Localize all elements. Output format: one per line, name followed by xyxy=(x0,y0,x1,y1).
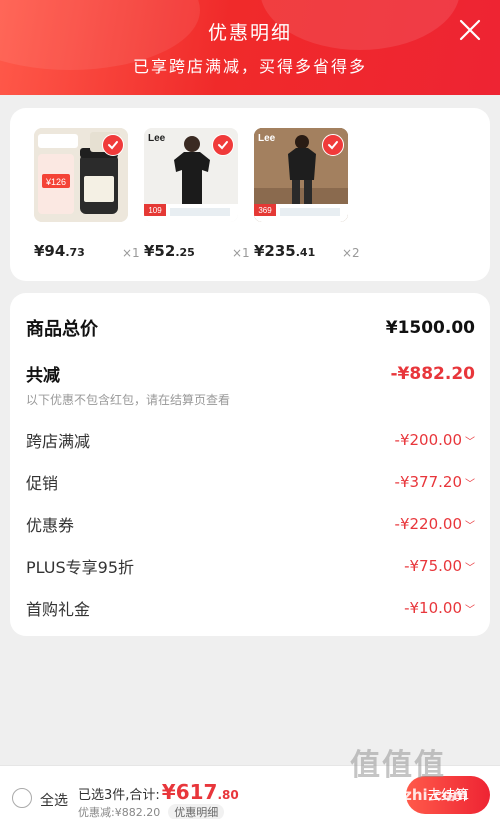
selected-check-icon[interactable] xyxy=(322,134,344,156)
chevron-down-icon: ﹀ xyxy=(465,436,475,448)
discount-note: 以下优惠不包含红包，请在结算页查看 xyxy=(26,393,231,407)
discount-row-first-purchase[interactable]: 首购礼金 -¥10.00 ﹀ xyxy=(26,596,475,620)
discount-value: -¥220.00 ﹀ xyxy=(394,515,475,533)
discount-summary-text: 优惠减:¥882.20 xyxy=(78,806,161,819)
page-subtitle: 已享跨店满减，买得多省得多 xyxy=(132,57,367,76)
price-integer: ¥52 xyxy=(144,242,176,260)
product-image[interactable]: Lee 109 xyxy=(144,128,238,222)
total-reduce-row: 共减 -¥882.20 xyxy=(26,361,476,387)
product-quantity: ×2 xyxy=(342,246,360,260)
summary-prefix: 已选3件,合计: xyxy=(78,788,160,803)
discount-summary: 优惠减:¥882.20 优惠明细 xyxy=(78,804,225,819)
discount-label: 跨店满减 xyxy=(26,432,91,451)
selected-check-icon[interactable] xyxy=(102,134,124,156)
total-reduce-value: -¥882.20 xyxy=(390,363,476,384)
summary-amount-decimal: .80 xyxy=(217,788,239,802)
product-quantity: ×1 xyxy=(232,246,250,260)
discount-row-coupon[interactable]: 优惠券 -¥220.00 ﹀ xyxy=(26,512,475,536)
product-item[interactable]: ¥126 ¥94.73 ×1 xyxy=(34,128,140,260)
discount-label: 优惠券 xyxy=(26,516,75,535)
discount-value: -¥200.00 ﹀ xyxy=(394,431,475,449)
chevron-down-icon: ﹀ xyxy=(465,520,475,532)
select-all-radio[interactable] xyxy=(12,788,32,808)
discount-row-cross-store[interactable]: 跨店满减 -¥200.00 ﹀ xyxy=(26,428,475,452)
price-integer: ¥235 xyxy=(254,242,296,260)
chevron-down-icon: ﹀ xyxy=(465,604,475,616)
price-decimal: .73 xyxy=(65,246,85,259)
total-price-value: ¥1500.00 xyxy=(385,318,475,338)
discount-label: 首购礼金 xyxy=(26,600,91,619)
summary-amount: ¥617 xyxy=(161,780,218,804)
product-image[interactable]: Lee 369 xyxy=(254,128,348,222)
discount-value: -¥10.00 ﹀ xyxy=(404,599,475,617)
product-quantity: ×1 xyxy=(122,246,140,260)
discount-row-plus[interactable]: PLUS专享95折 -¥75.00 ﹀ xyxy=(26,554,475,578)
brand-logo: Lee xyxy=(148,133,166,144)
selected-check-icon[interactable] xyxy=(212,134,234,156)
discount-value: -¥377.20 ﹀ xyxy=(394,473,475,491)
price-decimal: .41 xyxy=(295,246,316,259)
watermark-logo: 值值值 xyxy=(350,748,446,783)
price-integer: ¥94 xyxy=(34,242,66,260)
brand-logo: Lee xyxy=(258,133,276,144)
order-summary: 已选3件,合计: ¥617 .80 xyxy=(78,780,239,804)
total-price-label: 商品总价 xyxy=(26,319,98,340)
select-all-label[interactable]: 全选 xyxy=(40,790,68,810)
product-badge: 109 xyxy=(148,206,162,215)
discount-label: PLUS专享95折 xyxy=(26,558,134,577)
product-badge: ¥126 xyxy=(45,177,66,187)
discount-detail-toggle[interactable]: 优惠明细 xyxy=(168,804,225,819)
close-button[interactable] xyxy=(458,18,482,42)
product-item[interactable]: Lee 109 ¥52.25 ×1 xyxy=(144,128,250,260)
discount-label: 促销 xyxy=(26,474,59,493)
header: 优惠明细 已享跨店满减，买得多省得多 xyxy=(0,0,500,95)
total-price-row: 商品总价 ¥1500.00 xyxy=(26,315,475,341)
chevron-down-icon: ﹀ xyxy=(465,562,475,574)
product-item[interactable]: Lee 369 ¥235.41 ×2 xyxy=(254,128,360,260)
discount-detail-card: 商品总价 ¥1500.00 共减 -¥882.20 以下优惠不包含红包，请在结算… xyxy=(10,293,490,636)
discount-row-promotion[interactable]: 促销 -¥377.20 ﹀ xyxy=(26,470,475,494)
watermark-url: zhizhizhi.com xyxy=(354,786,469,804)
product-badge: 369 xyxy=(258,206,272,215)
products-card: ¥126 ¥94.73 ×1 Lee 109 ¥52 .25 ×1 Lee 36… xyxy=(10,108,490,281)
chevron-down-icon: ﹀ xyxy=(465,478,475,490)
total-reduce-label: 共减 xyxy=(26,366,60,386)
price-decimal: .25 xyxy=(175,246,195,259)
close-icon xyxy=(459,19,481,41)
discount-value: -¥75.00 ﹀ xyxy=(404,557,475,575)
page-title: 优惠明细 xyxy=(207,22,292,44)
product-image[interactable]: ¥126 xyxy=(34,128,128,222)
